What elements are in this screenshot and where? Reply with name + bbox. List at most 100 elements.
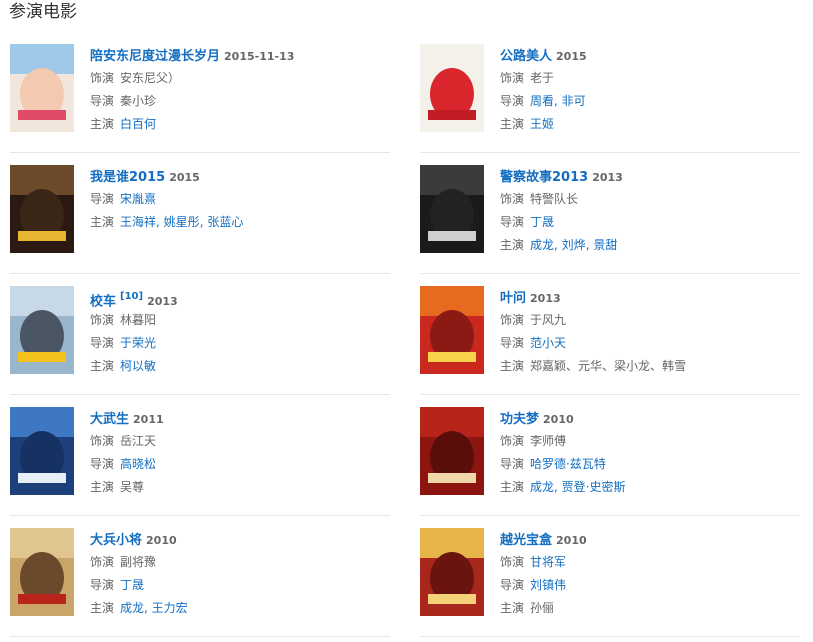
movie-year: 2015: [556, 50, 587, 63]
credit-label: 导演: [500, 94, 525, 108]
movie-title-link[interactable]: 叶问: [500, 291, 526, 306]
movie-title-link[interactable]: 大兵小将: [90, 533, 142, 548]
person-name: 安东尼父）: [120, 71, 181, 85]
movie-title-link[interactable]: 我是谁2015: [90, 170, 165, 185]
credit-row: 饰演 林暮阳: [90, 312, 156, 328]
person-link[interactable]: 范小天: [530, 336, 566, 350]
row-divider: [10, 152, 390, 153]
movie-year: 2010: [556, 534, 587, 547]
person-link[interactable]: 白百何: [120, 117, 156, 131]
movie-poster[interactable]: [10, 44, 74, 132]
person-link[interactable]: 哈罗德·兹瓦特: [530, 457, 606, 471]
credit-label: 导演: [500, 578, 525, 592]
credit-label: 导演: [90, 94, 115, 108]
movie-poster[interactable]: [10, 165, 74, 253]
person-name: 林暮阳: [120, 313, 157, 327]
movie-year: 2011: [133, 413, 164, 426]
credit-row: 导演 秦小珍: [90, 93, 156, 109]
person-link[interactable]: 成龙: [120, 601, 144, 615]
poster-title-band: [18, 110, 66, 120]
movie-title-link[interactable]: 校车: [90, 294, 116, 309]
credit-label: 导演: [500, 336, 525, 350]
person-link[interactable]: 宋胤熹: [120, 192, 156, 206]
person-link[interactable]: 贾登·史密斯: [562, 480, 626, 494]
credit-row: 导演 周看, 非可: [500, 93, 586, 109]
name-separator: ,: [554, 238, 562, 252]
person-link[interactable]: 王海祥: [120, 215, 156, 229]
movie-title-link[interactable]: 越光宝盒: [500, 533, 552, 548]
row-divider: [420, 394, 800, 395]
poster-title-band: [18, 352, 66, 362]
movie-year: 2010: [146, 534, 177, 547]
poster-title-band: [428, 594, 476, 604]
movie-title-link[interactable]: 公路美人: [500, 49, 552, 64]
person-link[interactable]: 成龙: [530, 480, 554, 494]
credit-label: 导演: [90, 336, 115, 350]
poster-image-art: [420, 44, 484, 132]
movie-item: 越光宝盒 2010 饰演 甘将军 导演 刘镇伟 主演 孙俪: [420, 528, 800, 628]
credit-label: 饰演: [90, 555, 115, 569]
person-link[interactable]: 柯以敏: [120, 359, 156, 373]
credit-label: 主演: [500, 117, 525, 131]
movie-poster[interactable]: [420, 528, 484, 616]
credit-row: 饰演 副将豫: [90, 554, 156, 570]
movie-poster[interactable]: [10, 528, 74, 616]
movie-poster[interactable]: [10, 407, 74, 495]
credit-label: 主演: [90, 117, 115, 131]
person-link[interactable]: 刘镇伟: [530, 578, 566, 592]
credit-row: 主演 郑嘉颖、元华、梁小龙、韩雪: [500, 358, 686, 374]
person-link[interactable]: 王姬: [530, 117, 554, 131]
credit-label: 主演: [90, 359, 115, 373]
movie-year: 2013: [592, 171, 623, 184]
person-link[interactable]: 张蓝心: [207, 215, 243, 229]
person-link[interactable]: 丁晟: [120, 578, 144, 592]
person-link[interactable]: 高晓松: [120, 457, 156, 471]
credit-label: 导演: [90, 578, 115, 592]
credit-row: 主演 白百何: [90, 116, 156, 132]
movie-year: 2015: [169, 171, 200, 184]
movie-title-link[interactable]: 大武生: [90, 412, 129, 427]
credit-row: 主演 成龙, 刘烨, 景甜: [500, 237, 617, 253]
name-separator: ,: [554, 480, 562, 494]
movie-title: 校车 [10] 2013: [90, 288, 178, 311]
person-link[interactable]: 于荣光: [120, 336, 156, 350]
person-link[interactable]: 周看: [530, 94, 554, 108]
name-separator: ,: [554, 94, 562, 108]
movie-title-link[interactable]: 功夫梦: [500, 412, 539, 427]
credit-row: 饰演 李师傅: [500, 433, 566, 449]
credit-label: 主演: [500, 480, 525, 494]
movie-title: 警察故事2013 2013: [500, 167, 623, 187]
movie-title: 陪安东尼度过漫长岁月 2015-11-13: [90, 46, 294, 66]
credit-label: 主演: [90, 601, 115, 615]
poster-image-art: [10, 44, 74, 132]
movie-title: 功夫梦 2010: [500, 409, 574, 429]
movie-poster[interactable]: [420, 165, 484, 253]
poster-title-band: [428, 231, 476, 241]
poster-title-band: [428, 352, 476, 362]
person-link[interactable]: 姚星彤: [164, 215, 200, 229]
credit-label: 饰演: [500, 434, 525, 448]
credit-label: 主演: [90, 480, 115, 494]
row-divider: [420, 152, 800, 153]
movie-poster[interactable]: [420, 44, 484, 132]
person-link[interactable]: 成龙: [530, 238, 554, 252]
credit-label: 导演: [90, 192, 115, 206]
credit-row: 主演 王海祥, 姚星彤, 张蓝心: [90, 214, 243, 230]
credit-label: 导演: [90, 457, 115, 471]
person-link[interactable]: 王力宏: [152, 601, 188, 615]
citation-link[interactable]: [10]: [120, 291, 143, 302]
movie-title-link[interactable]: 警察故事2013: [500, 170, 588, 185]
person-link[interactable]: 甘将军: [530, 555, 566, 569]
row-divider: [420, 515, 800, 516]
person-link[interactable]: 丁晟: [530, 215, 554, 229]
movie-poster[interactable]: [420, 407, 484, 495]
poster-image-art: [420, 528, 484, 616]
movie-year: 2013: [530, 292, 561, 305]
movie-title-link[interactable]: 陪安东尼度过漫长岁月: [90, 49, 220, 64]
poster-image-art: [10, 528, 74, 616]
movie-poster[interactable]: [420, 286, 484, 374]
person-link[interactable]: 非可: [562, 94, 586, 108]
person-link[interactable]: 景甜: [593, 238, 617, 252]
person-link[interactable]: 刘烨: [562, 238, 586, 252]
movie-poster[interactable]: [10, 286, 74, 374]
